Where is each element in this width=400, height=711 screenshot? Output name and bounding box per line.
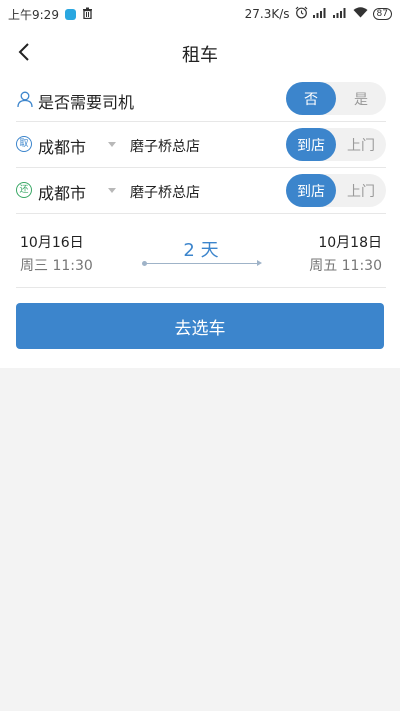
chevron-down-icon[interactable] xyxy=(108,188,116,193)
select-car-button[interactable]: 去选车 xyxy=(16,303,384,349)
trash-icon xyxy=(82,7,93,22)
header: 租车 xyxy=(0,28,400,76)
chevron-down-icon[interactable] xyxy=(108,142,116,147)
pickup-store-select[interactable]: 磨子桥总店 xyxy=(130,136,200,156)
network-speed: 27.3K/s xyxy=(244,7,290,21)
pickup-option-store[interactable]: 到店 xyxy=(286,128,336,161)
return-store-select[interactable]: 磨子桥总店 xyxy=(130,182,200,202)
duration-arrow-icon xyxy=(142,260,262,266)
driver-option-no[interactable]: 否 xyxy=(286,82,336,115)
rental-duration: 2 天 xyxy=(183,240,219,261)
pickup-row: 取 成都市 磨子桥总店 到店 上门 xyxy=(16,122,386,168)
pickup-city-select[interactable]: 成都市 xyxy=(38,134,86,158)
start-date: 10月16日 xyxy=(20,235,84,251)
signal-hd-icon xyxy=(332,7,348,21)
alarm-icon xyxy=(295,6,308,22)
wifi-icon xyxy=(353,7,368,21)
return-city-select[interactable]: 成都市 xyxy=(38,180,86,204)
return-badge: 还 xyxy=(16,182,32,198)
start-date-picker[interactable]: 10月16日 周三 11:30 xyxy=(20,232,93,275)
start-time: 周三 11:30 xyxy=(20,258,93,274)
driver-row: 是否需要司机 否 是 xyxy=(16,76,386,122)
end-time: 周五 11:30 xyxy=(309,258,382,274)
driver-label: 是否需要司机 xyxy=(38,93,135,112)
battery-icon: 87 xyxy=(372,8,392,20)
pickup-badge: 取 xyxy=(16,136,32,152)
status-time: 上午9:29 xyxy=(8,8,59,22)
pickup-mode-toggle[interactable]: 到店 上门 xyxy=(286,128,386,161)
return-row: 还 成都市 磨子桥总店 到店 上门 xyxy=(16,168,386,214)
person-icon xyxy=(16,90,34,108)
rental-dates-row: 10月16日 周三 11:30 2 天 10月18日 周五 11:30 xyxy=(16,214,386,288)
return-option-door[interactable]: 上门 xyxy=(336,174,386,207)
end-date-picker[interactable]: 10月18日 周五 11:30 xyxy=(309,232,382,275)
return-mode-toggle[interactable]: 到店 上门 xyxy=(286,174,386,207)
return-option-store[interactable]: 到店 xyxy=(286,174,336,207)
app-icon xyxy=(64,9,76,20)
pickup-option-door[interactable]: 上门 xyxy=(336,128,386,161)
end-date: 10月18日 xyxy=(318,235,382,251)
content-area: 上午9:29 27.3K/s 87 租车 是否需要司机 否 是 取 成都市 磨子… xyxy=(0,0,400,368)
signal-icon xyxy=(312,7,328,21)
status-bar: 上午9:29 27.3K/s 87 xyxy=(0,0,400,28)
driver-toggle[interactable]: 否 是 xyxy=(286,82,386,115)
driver-option-yes[interactable]: 是 xyxy=(336,82,386,115)
page-title: 租车 xyxy=(182,45,218,66)
